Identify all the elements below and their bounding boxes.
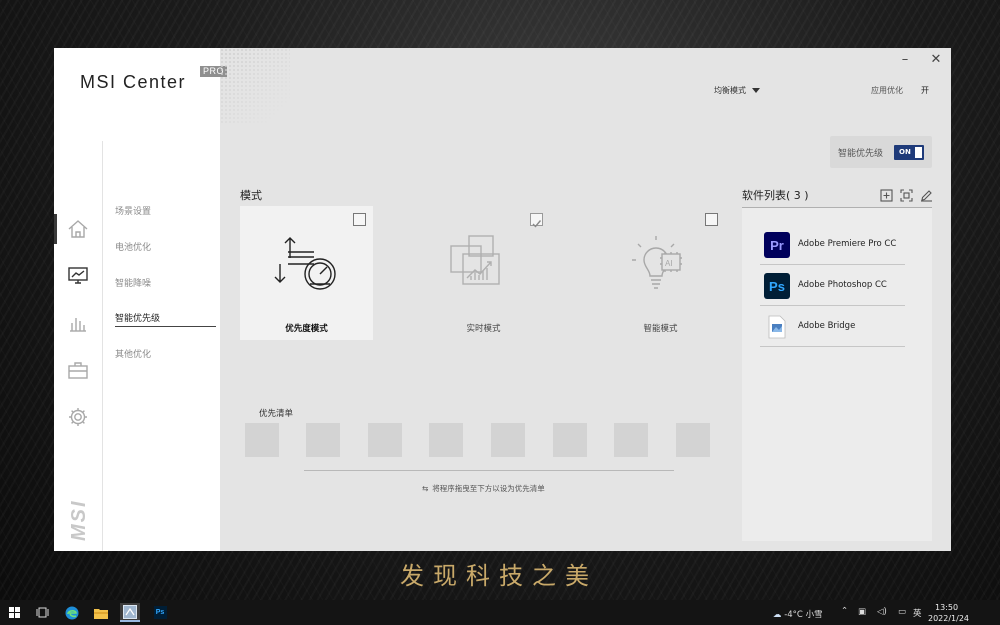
item-divider bbox=[760, 346, 905, 347]
edit-icon[interactable] bbox=[920, 187, 933, 202]
priority-slot[interactable] bbox=[676, 423, 710, 457]
rail-active-indicator bbox=[54, 214, 57, 244]
subnav-item-other[interactable]: 其他优化 bbox=[115, 347, 151, 360]
photoshop-icon: Ps bbox=[764, 273, 790, 299]
drag-hint-text: 将程序拖曳至下方以设为优先清单 bbox=[432, 484, 545, 493]
software-item-bridge[interactable]: Adobe Bridge bbox=[760, 307, 905, 347]
monitor-icon[interactable] bbox=[67, 264, 89, 286]
drag-arrows-icon: ⇆ bbox=[422, 484, 429, 493]
performance-mode-dropdown[interactable]: 均衡模式 bbox=[714, 85, 760, 96]
gear-icon[interactable] bbox=[67, 406, 89, 428]
priority-list-title: 优先清单 bbox=[259, 409, 294, 419]
left-rail: MSI bbox=[54, 141, 102, 551]
chevron-up-icon[interactable]: ⌃ bbox=[841, 606, 848, 616]
item-divider bbox=[760, 264, 905, 265]
msi-center-icon[interactable] bbox=[120, 603, 140, 622]
smart-priority-toggle-box: 智能优先级 ON bbox=[830, 136, 932, 168]
svg-text:AI: AI bbox=[665, 259, 673, 268]
close-button[interactable]: ✕ bbox=[926, 50, 946, 68]
toggle-knob bbox=[915, 147, 922, 158]
modes-title: 模式 bbox=[240, 189, 262, 202]
software-name: Adobe Photoshop CC bbox=[798, 280, 887, 290]
bridge-file-icon bbox=[764, 314, 790, 340]
premiere-pro-icon: Pr bbox=[764, 232, 790, 258]
mode-card-priority[interactable]: 优先度模式 bbox=[240, 206, 373, 340]
minimize-button[interactable]: – bbox=[895, 50, 915, 68]
msi-logo: MSI bbox=[68, 499, 90, 541]
mode-label-priority: 优先度模式 bbox=[285, 324, 328, 334]
edge-icon[interactable] bbox=[62, 603, 82, 622]
windows-start-icon[interactable] bbox=[4, 603, 24, 622]
windows-taskbar: Ps ☁ -4°C 小雪 ⌃ ▣ ◁) ▭ 英 13:50 2022/1/24 bbox=[0, 600, 1000, 625]
mode-checkbox-checked[interactable] bbox=[530, 213, 543, 228]
home-icon[interactable] bbox=[67, 218, 89, 240]
priority-slot[interactable] bbox=[553, 423, 587, 457]
bar-chart-icon[interactable] bbox=[67, 312, 89, 334]
mode-card-smart[interactable]: AI 智能模式 bbox=[594, 206, 727, 340]
subnav-item-noise-reduction[interactable]: 智能降噪 bbox=[115, 276, 151, 289]
msi-center-window: MSI Center PRO MSI 场景设置 电池优化 智能降噪 智能优先级 … bbox=[54, 48, 951, 551]
wallpaper-slogan: 发现科技之美 bbox=[400, 562, 598, 590]
priority-slot[interactable] bbox=[614, 423, 648, 457]
priority-gauge-icon bbox=[274, 237, 336, 290]
item-divider bbox=[760, 305, 905, 306]
software-item-photoshop[interactable]: Ps Adobe Photoshop CC bbox=[760, 266, 905, 306]
priority-slot[interactable] bbox=[306, 423, 340, 457]
file-explorer-icon[interactable] bbox=[91, 603, 111, 622]
mode-checkbox[interactable] bbox=[705, 213, 718, 226]
decorative-dot-pattern bbox=[220, 48, 290, 123]
software-name: Adobe Bridge bbox=[798, 321, 856, 331]
battery-icon[interactable]: ▭ bbox=[898, 607, 906, 617]
priority-slot[interactable] bbox=[429, 423, 463, 457]
mode-checkbox[interactable] bbox=[353, 213, 366, 226]
drag-hint: ⇆ 将程序拖曳至下方以设为优先清单 bbox=[422, 483, 545, 494]
taskbar-date[interactable]: 2022/1/24 bbox=[928, 614, 969, 623]
smart-priority-toggle[interactable]: ON bbox=[894, 145, 924, 160]
cloud-snow-icon: ☁ bbox=[773, 610, 782, 620]
subnav-item-battery[interactable]: 电池优化 bbox=[115, 240, 151, 253]
priority-slot[interactable] bbox=[368, 423, 402, 457]
mode-label-realtime: 实时模式 bbox=[466, 324, 501, 334]
realtime-chart-icon bbox=[450, 235, 500, 285]
performance-mode-value: 均衡模式 bbox=[714, 86, 746, 95]
software-name: Adobe Premiere Pro CC bbox=[798, 239, 897, 249]
mode-card-realtime[interactable]: 实时模式 bbox=[417, 206, 550, 340]
ai-bulb-icon: AI bbox=[632, 236, 682, 289]
weather-widget[interactable]: ☁ -4°C 小雪 bbox=[773, 608, 823, 620]
network-icon[interactable]: ▣ bbox=[858, 607, 866, 617]
software-list-panel: Pr Adobe Premiere Pro CC Ps Adobe Photos… bbox=[742, 208, 932, 541]
caret-down-icon bbox=[752, 88, 760, 93]
scan-icon[interactable] bbox=[900, 187, 913, 202]
priority-divider bbox=[304, 470, 674, 471]
priority-slot[interactable] bbox=[245, 423, 279, 457]
task-view-icon[interactable] bbox=[32, 603, 52, 622]
volume-icon[interactable]: ◁) bbox=[877, 607, 887, 617]
photoshop-icon[interactable]: Ps bbox=[150, 603, 170, 622]
taskbar-time[interactable]: 13:50 bbox=[935, 603, 958, 612]
brand-area: MSI Center PRO bbox=[54, 48, 228, 141]
toggle-state-text: ON bbox=[899, 148, 911, 156]
subnav-active-underline bbox=[115, 326, 216, 327]
toolbox-icon[interactable] bbox=[67, 359, 89, 381]
smart-priority-label: 智能优先级 bbox=[838, 149, 884, 159]
app-optimization-value[interactable]: 开 bbox=[921, 85, 929, 96]
app-optimization-label: 应用优化 bbox=[871, 86, 903, 95]
subnav-item-smart-priority[interactable]: 智能优先级 bbox=[115, 311, 160, 324]
input-method[interactable]: 英 bbox=[913, 607, 922, 619]
priority-slot[interactable] bbox=[491, 423, 525, 457]
mode-label-smart: 智能模式 bbox=[643, 324, 678, 334]
app-title: MSI Center bbox=[80, 72, 187, 92]
weather-text: -4°C 小雪 bbox=[784, 610, 823, 620]
software-list-title: 软件列表( 3 ) bbox=[742, 189, 809, 202]
sub-navigation: 场景设置 电池优化 智能降噪 智能优先级 其他优化 bbox=[103, 141, 220, 551]
add-icon[interactable] bbox=[880, 187, 893, 202]
software-item-premiere[interactable]: Pr Adobe Premiere Pro CC bbox=[760, 225, 905, 265]
subnav-item-scene-settings[interactable]: 场景设置 bbox=[115, 204, 151, 217]
